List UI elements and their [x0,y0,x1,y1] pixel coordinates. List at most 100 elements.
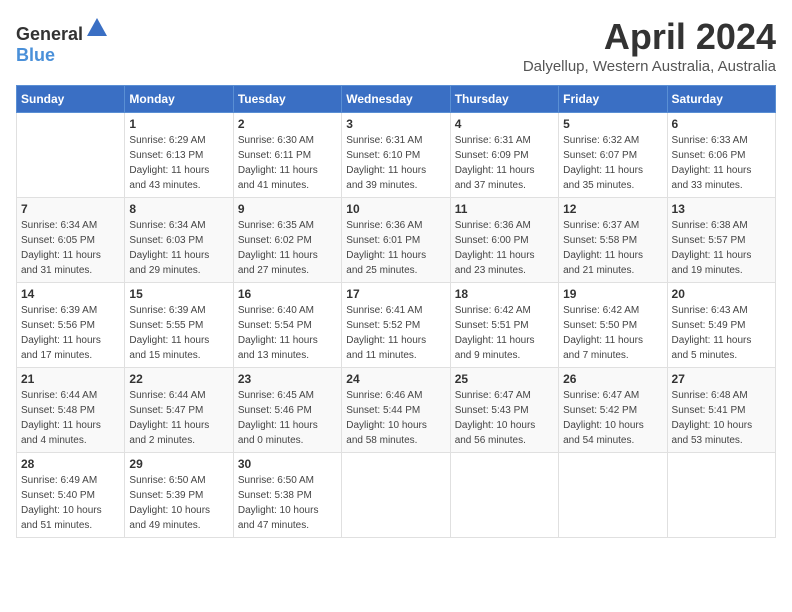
calendar-day-cell: 30 Sunrise: 6:50 AMSunset: 5:38 PMDayligh… [233,453,341,538]
weekday-header: Thursday [450,86,558,113]
day-number: 26 [563,372,662,386]
day-info: Sunrise: 6:30 AMSunset: 6:11 PMDaylight:… [238,133,337,193]
day-info: Sunrise: 6:47 AMSunset: 5:43 PMDaylight:… [455,388,554,448]
page-header: General Blue April 2024 Dalyellup, Weste… [16,16,776,75]
day-info: Sunrise: 6:48 AMSunset: 5:41 PMDaylight:… [672,388,771,448]
day-info: Sunrise: 6:34 AMSunset: 6:05 PMDaylight:… [21,218,120,278]
day-info: Sunrise: 6:46 AMSunset: 5:44 PMDaylight:… [346,388,445,448]
day-number: 29 [129,457,228,471]
day-number: 10 [346,202,445,216]
calendar-day-cell [342,453,450,538]
day-number: 12 [563,202,662,216]
calendar-day-cell: 21 Sunrise: 6:44 AMSunset: 5:48 PMDayligh… [17,368,125,453]
calendar-day-cell: 26Sunrise: 6:47 AMSunset: 5:42 PMDayligh… [559,368,667,453]
weekday-header-row: SundayMondayTuesdayWednesdayThursdayFrid… [17,86,776,113]
calendar-day-cell: 12 Sunrise: 6:37 AMSunset: 5:58 PMDayligh… [559,198,667,283]
day-info: Sunrise: 6:42 AMSunset: 5:51 PMDaylight:… [455,303,554,363]
day-info: Sunrise: 6:40 AMSunset: 5:54 PMDaylight:… [238,303,337,363]
calendar-table: SundayMondayTuesdayWednesdayThursdayFrid… [16,85,776,538]
day-number: 7 [21,202,120,216]
weekday-header: Monday [125,86,233,113]
day-info: Sunrise: 6:45 AMSunset: 5:46 PMDaylight:… [238,388,337,448]
day-number: 21 [21,372,120,386]
day-number: 15 [129,287,228,301]
calendar-day-cell: 25 Sunrise: 6:47 AMSunset: 5:43 PMDayligh… [450,368,558,453]
day-info: Sunrise: 6:29 AMSunset: 6:13 PMDaylight:… [129,133,228,193]
day-info: Sunrise: 6:44 AMSunset: 5:48 PMDaylight:… [21,388,120,448]
day-number: 16 [238,287,337,301]
day-number: 22 [129,372,228,386]
calendar-week-row: 1 Sunrise: 6:29 AMSunset: 6:13 PMDaylight… [17,113,776,198]
weekday-header: Saturday [667,86,775,113]
weekday-header: Sunday [17,86,125,113]
day-info: Sunrise: 6:31 AMSunset: 6:09 PMDaylight:… [455,133,554,193]
day-number: 9 [238,202,337,216]
day-number: 30 [238,457,337,471]
calendar-day-cell: 9 Sunrise: 6:35 AMSunset: 6:02 PMDaylight… [233,198,341,283]
day-number: 20 [672,287,771,301]
calendar-day-cell: 6Sunrise: 6:33 AMSunset: 6:06 PMDaylight… [667,113,775,198]
calendar-day-cell: 28Sunrise: 6:49 AMSunset: 5:40 PMDayligh… [17,453,125,538]
calendar-day-cell: 3Sunrise: 6:31 AMSunset: 6:10 PMDaylight… [342,113,450,198]
day-number: 24 [346,372,445,386]
calendar-day-cell: 7 Sunrise: 6:34 AMSunset: 6:05 PMDaylight… [17,198,125,283]
calendar-day-cell [559,453,667,538]
month-title: April 2024 [523,16,776,58]
calendar-week-row: 7 Sunrise: 6:34 AMSunset: 6:05 PMDaylight… [17,198,776,283]
day-number: 4 [455,117,554,131]
logo-general: General [16,24,83,44]
logo-text: General Blue [16,16,109,66]
calendar-day-cell [17,113,125,198]
day-number: 3 [346,117,445,131]
logo-blue: Blue [16,45,55,65]
day-number: 27 [672,372,771,386]
calendar-week-row: 21 Sunrise: 6:44 AMSunset: 5:48 PMDayligh… [17,368,776,453]
weekday-header: Tuesday [233,86,341,113]
day-info: Sunrise: 6:36 AMSunset: 6:01 PMDaylight:… [346,218,445,278]
day-number: 11 [455,202,554,216]
calendar-day-cell: 24 Sunrise: 6:46 AMSunset: 5:44 PMDayligh… [342,368,450,453]
calendar-day-cell: 27 Sunrise: 6:48 AMSunset: 5:41 PMDayligh… [667,368,775,453]
calendar-week-row: 14Sunrise: 6:39 AMSunset: 5:56 PMDayligh… [17,283,776,368]
calendar-day-cell: 18 Sunrise: 6:42 AMSunset: 5:51 PMDayligh… [450,283,558,368]
day-info: Sunrise: 6:35 AMSunset: 6:02 PMDaylight:… [238,218,337,278]
calendar-day-cell: 20Sunrise: 6:43 AMSunset: 5:49 PMDayligh… [667,283,775,368]
calendar-day-cell: 17Sunrise: 6:41 AMSunset: 5:52 PMDayligh… [342,283,450,368]
calendar-day-cell: 15 Sunrise: 6:39 AMSunset: 5:55 PMDayligh… [125,283,233,368]
day-number: 17 [346,287,445,301]
calendar-day-cell: 1 Sunrise: 6:29 AMSunset: 6:13 PMDaylight… [125,113,233,198]
calendar-day-cell: 13 Sunrise: 6:38 AMSunset: 5:57 PMDayligh… [667,198,775,283]
day-info: Sunrise: 6:39 AMSunset: 5:55 PMDaylight:… [129,303,228,363]
day-number: 2 [238,117,337,131]
day-info: Sunrise: 6:36 AMSunset: 6:00 PMDaylight:… [455,218,554,278]
logo: General Blue [16,16,109,66]
day-number: 1 [129,117,228,131]
calendar-day-cell: 10 Sunrise: 6:36 AMSunset: 6:01 PMDayligh… [342,198,450,283]
day-info: Sunrise: 6:42 AMSunset: 5:50 PMDaylight:… [563,303,662,363]
day-info: Sunrise: 6:34 AMSunset: 6:03 PMDaylight:… [129,218,228,278]
day-number: 13 [672,202,771,216]
location-title: Dalyellup, Western Australia, Australia [523,58,776,75]
calendar-day-cell: 11 Sunrise: 6:36 AMSunset: 6:00 PMDayligh… [450,198,558,283]
day-number: 23 [238,372,337,386]
day-number: 14 [21,287,120,301]
day-info: Sunrise: 6:50 AMSunset: 5:39 PMDaylight:… [129,473,228,533]
day-number: 8 [129,202,228,216]
day-info: Sunrise: 6:50 AMSunset: 5:38 PMDaylight:… [238,473,337,533]
day-number: 19 [563,287,662,301]
day-number: 18 [455,287,554,301]
calendar-day-cell: 22 Sunrise: 6:44 AMSunset: 5:47 PMDayligh… [125,368,233,453]
calendar-day-cell: 16 Sunrise: 6:40 AMSunset: 5:54 PMDayligh… [233,283,341,368]
day-info: Sunrise: 6:49 AMSunset: 5:40 PMDaylight:… [21,473,120,533]
day-info: Sunrise: 6:38 AMSunset: 5:57 PMDaylight:… [672,218,771,278]
title-block: April 2024 Dalyellup, Western Australia,… [523,16,776,75]
day-number: 25 [455,372,554,386]
calendar-day-cell: 29 Sunrise: 6:50 AMSunset: 5:39 PMDayligh… [125,453,233,538]
day-info: Sunrise: 6:44 AMSunset: 5:47 PMDaylight:… [129,388,228,448]
day-info: Sunrise: 6:37 AMSunset: 5:58 PMDaylight:… [563,218,662,278]
day-info: Sunrise: 6:33 AMSunset: 6:06 PMDaylight:… [672,133,771,193]
day-number: 5 [563,117,662,131]
calendar-day-cell: 2 Sunrise: 6:30 AMSunset: 6:11 PMDaylight… [233,113,341,198]
calendar-day-cell: 19 Sunrise: 6:42 AMSunset: 5:50 PMDayligh… [559,283,667,368]
calendar-day-cell: 4 Sunrise: 6:31 AMSunset: 6:09 PMDaylight… [450,113,558,198]
